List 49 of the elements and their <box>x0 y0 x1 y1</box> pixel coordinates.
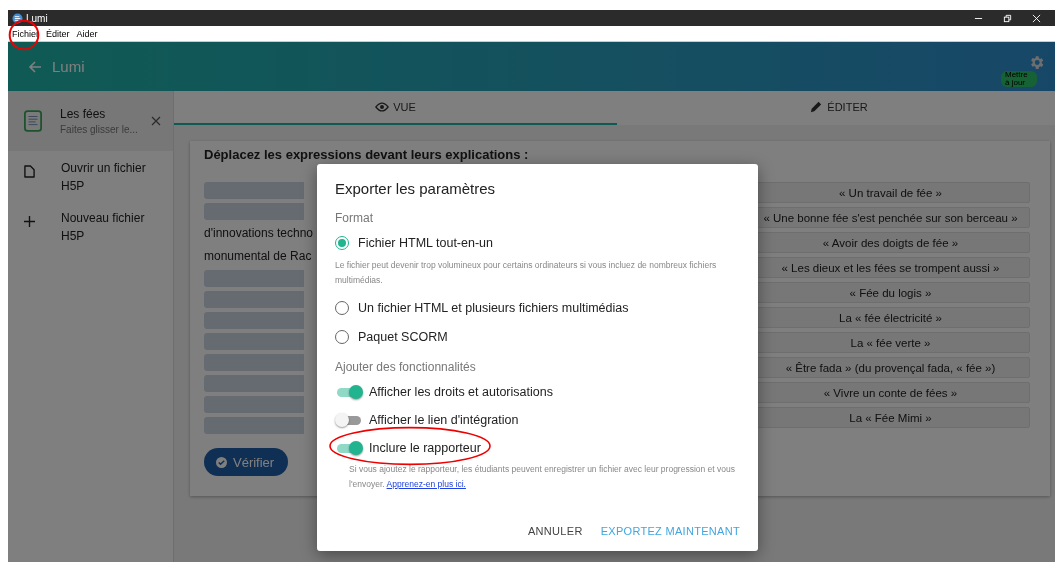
export-button[interactable]: EXPORTEZ MAINTENANT <box>594 521 746 541</box>
check-circle-icon <box>216 456 227 468</box>
app-title: Lumi <box>52 58 85 75</box>
drop-zone[interactable] <box>204 354 304 371</box>
menu-item[interactable]: Éditer <box>46 28 70 39</box>
drop-zone[interactable] <box>204 312 304 329</box>
text-line: monumental de Rac <box>204 248 312 265</box>
toggle-switch[interactable] <box>335 413 363 427</box>
section-label: Format <box>335 211 374 225</box>
back-arrow-icon[interactable] <box>28 59 42 74</box>
cancel-button[interactable]: ANNULER <box>522 521 589 541</box>
section-label: Ajouter des fonctionnalités <box>335 360 477 374</box>
document-icon <box>24 109 42 133</box>
settings-icon[interactable] <box>1028 54 1045 71</box>
restore-icon[interactable] <box>1003 13 1012 23</box>
pencil-icon <box>809 101 824 113</box>
sidebar-item[interactable]: Ouvrir un fichier H5P <box>8 151 173 201</box>
instruction-text: Déplacez les expressions devant leurs explications : <box>204 147 530 162</box>
file-title: Les fées <box>60 107 107 121</box>
tab[interactable]: ÉDITER <box>617 91 1055 125</box>
drop-zone[interactable] <box>204 203 304 220</box>
toggle-label: Afficher le lien d'intégration <box>369 413 519 427</box>
dialog-title: Exporter les paramètres <box>335 180 497 197</box>
text-line: d'innovations techno <box>204 225 314 242</box>
eye-icon <box>375 101 390 113</box>
drop-zone[interactable] <box>204 417 304 434</box>
toggle-switch[interactable] <box>335 441 363 455</box>
drop-zone[interactable] <box>204 333 304 350</box>
check-button[interactable]: Vérifier <box>204 448 289 476</box>
learn-more-link[interactable]: Apprenez-en plus ici. <box>386 479 466 489</box>
drop-zone[interactable] <box>204 396 304 413</box>
toggle-label: Afficher les droits et autorisations <box>369 385 553 399</box>
sidebar-item[interactable]: Nouveau fichier H5P <box>8 201 173 251</box>
drop-zone[interactable] <box>204 291 304 308</box>
toggle-switch[interactable] <box>335 385 363 399</box>
reporter-note: Si vous ajoutez le rapporteur, les étudiants peuvent enregistrer un fichier avec leur progression et vous l'envoyer. Apprenez-en plus ici. <box>349 463 737 491</box>
toggle-label: Inclure le rapporteur <box>369 441 481 455</box>
file-subtitle: Faites glisser le... <box>60 124 139 135</box>
update-badge[interactable]: Mettre à jour <box>1001 71 1037 87</box>
menu-item[interactable]: Aider <box>76 28 98 39</box>
file-icon <box>24 165 35 178</box>
current-file-item[interactable]: Les fées Faites glisser le... <box>8 91 173 151</box>
drop-zone[interactable] <box>204 375 304 392</box>
option-note: Le fichier peut devenir trop volumineux pour certains ordinateurs si vous incluez de nombreux fichiers multimédias. <box>335 259 718 287</box>
tab[interactable]: VUE <box>174 91 617 125</box>
plus-icon <box>24 215 35 228</box>
app-icon <box>12 12 23 24</box>
drop-zone[interactable] <box>204 270 304 287</box>
drop-zone[interactable] <box>204 182 304 199</box>
